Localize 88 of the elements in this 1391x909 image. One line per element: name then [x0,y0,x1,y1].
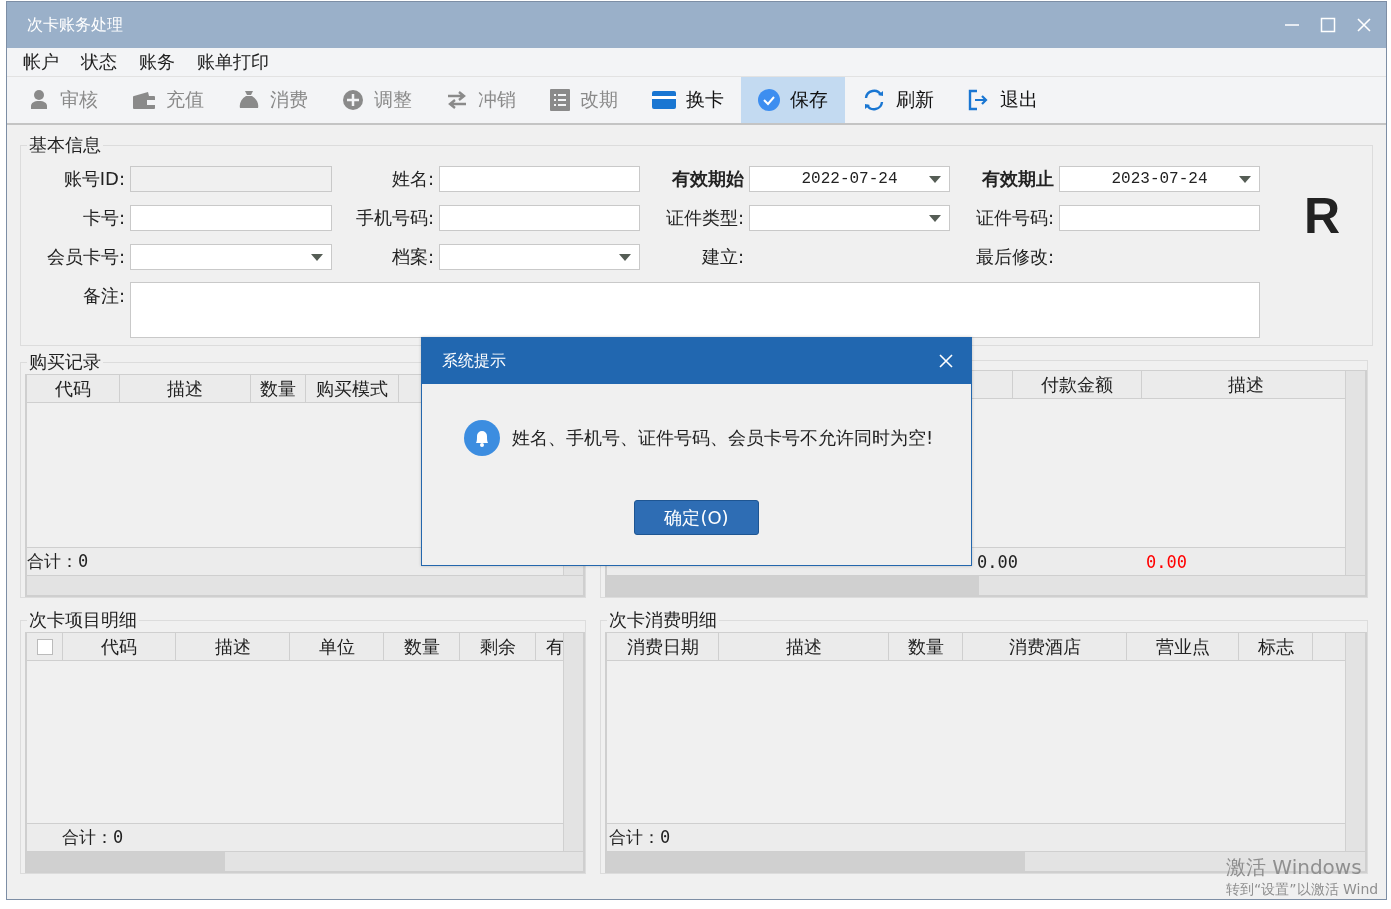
vertical-scrollbar[interactable] [563,633,583,851]
field-label: 有效期止 [981,167,1054,191]
column-header[interactable]: 描述 [719,633,889,660]
maximize-icon[interactable] [1320,17,1336,33]
dropdown-field[interactable] [439,244,640,270]
bell-icon [463,420,500,456]
section-title: 购买记录 [28,350,102,374]
caret-icon [311,254,323,261]
text-field[interactable] [439,205,640,231]
field-label: 手机号码: [354,206,434,230]
column-header[interactable]: 营业点 [1127,633,1239,660]
column-header[interactable]: 数量 [889,633,963,660]
column-header[interactable]: 数量 [384,633,460,660]
column-header[interactable]: 消费日期 [607,633,719,660]
vertical-scrollbar[interactable] [1345,633,1365,851]
column-header[interactable]: 付款金额 [1013,371,1142,398]
section-title: 次卡消费明细 [608,608,718,632]
card-icon [652,91,676,109]
check-circle-icon [758,89,780,111]
text-field[interactable] [130,205,332,231]
field-label: 卡号: [81,206,125,230]
column-header[interactable]: 单位 [290,633,384,660]
text-field[interactable] [1059,205,1260,231]
field-label: 证件类型: [664,206,744,230]
menu-item[interactable]: 帐户 [23,50,59,74]
column-header[interactable]: 消费酒店 [963,633,1127,660]
money-bag-icon [238,89,260,111]
user-icon [28,89,50,111]
form-icon [550,89,570,111]
menu-item[interactable]: 账务 [139,50,175,74]
dialog-title: 系统提示 [442,350,506,372]
horizontal-scrollbar[interactable] [607,575,1365,595]
total-text: 合计：0 [609,826,671,849]
status-letter: R [1304,187,1341,245]
field-label: 有效期始 [671,167,744,191]
horizontal-scrollbar[interactable] [27,851,583,871]
total-text: 合计：0 [27,550,89,573]
vertical-scrollbar[interactable] [1345,371,1365,575]
toolbar-button[interactable]: 保存 [741,77,845,123]
dropdown-field[interactable] [749,205,950,231]
field-label: 证件号码: [974,206,1054,230]
field-label: 会员卡号: [45,245,125,269]
text-field[interactable] [439,166,640,192]
dropdown-field[interactable] [130,244,332,270]
caret-icon [1239,176,1251,183]
total-text: 0.00 [977,551,1018,572]
activation-title: 激活 Windows [1226,854,1363,881]
ok-button[interactable]: 确定(O) [634,500,759,535]
caret-icon [929,176,941,183]
refresh-icon [862,89,886,111]
toolbar-button[interactable]: 退出 [951,77,1055,123]
column-header[interactable]: 代码 [27,375,120,402]
column-header[interactable]: 数量 [251,375,306,402]
memo-field[interactable] [130,282,1260,338]
total-text: 合计：0 [62,826,124,849]
swap-arrows-icon [446,89,468,111]
menu-item[interactable]: 状态 [81,50,117,74]
section-title: 次卡项目明细 [28,608,138,632]
column-header[interactable]: 描述 [120,375,251,402]
field-label: 备注: [81,284,125,308]
section-title: 基本信息 [28,133,102,157]
dialog-message: 姓名、手机号、证件号码、会员卡号不允许同时为空! [511,426,934,450]
column-header[interactable]: 剩余 [460,633,536,660]
total-text: 0.00 [1145,551,1187,572]
exit-icon [968,89,990,111]
column-header[interactable]: 代码 [63,633,176,660]
toolbar-button[interactable]: 换卡 [635,77,741,123]
field-label: 建立: [700,245,744,269]
horizontal-scrollbar[interactable] [27,575,583,595]
field-label: 档案: [390,245,434,269]
field-label: 最后修改: [974,245,1054,269]
close-icon[interactable] [939,354,953,368]
toolbar-button[interactable]: 刷新 [845,77,951,123]
column-header[interactable]: 购买模式 [306,375,399,402]
field-label: 姓名: [390,167,434,191]
field-label: 账号ID: [62,167,125,191]
select-all-checkbox[interactable] [36,638,53,655]
activation-text: 转到“设置”以激活 Wind [1226,881,1380,899]
caret-icon [619,254,631,261]
caret-icon [929,215,941,222]
column-header[interactable]: 标志 [1239,633,1313,660]
menu-item[interactable]: 账单打印 [197,50,269,74]
wallet-icon [132,90,156,110]
dropdown-field[interactable]: 2023-07-24 [1059,166,1260,192]
plus-circle-icon [342,89,364,111]
column-header[interactable]: 描述 [176,633,290,660]
dropdown-field[interactable]: 2022-07-24 [749,166,950,192]
window-title: 次卡账务处理 [27,14,123,36]
